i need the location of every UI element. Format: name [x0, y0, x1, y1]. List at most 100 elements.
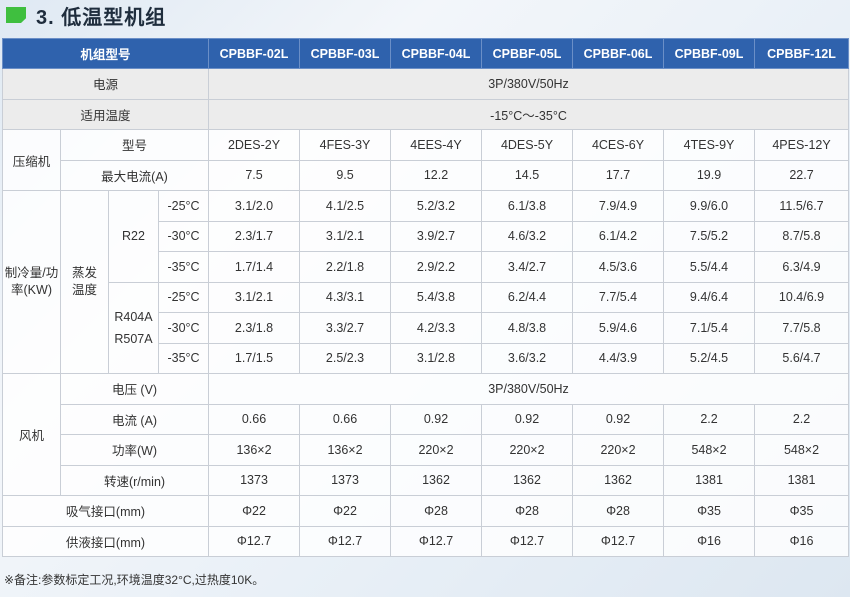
table-cell: 0.92 [481, 403, 574, 435]
table-cell: 9.9/6.0 [663, 190, 756, 222]
table-cell: 3.1/2.0 [208, 190, 301, 222]
header-corner: 机组型号 [1, 38, 210, 69]
table-cell: Φ35 [754, 495, 850, 527]
fan-speed-row: 转速(r/min) 1373 1373 1362 1362 1362 1381 … [3, 464, 850, 496]
spec-table: 机组型号 CPBBF-02L CPBBF-03L CPBBF-04L CPBBF… [1, 38, 850, 557]
fan-voltage-row: 风机 电压 (V) 3P/380V/50Hz [2, 373, 850, 496]
table-cell: 5.5/4.4 [663, 251, 756, 283]
table-cell: 5.2/3.2 [390, 190, 483, 222]
green-marker-icon [6, 7, 26, 23]
cooling-row: R404A R507A -25°C 3.1/2.1 4.3/3.1 5.4/3.… [3, 281, 850, 374]
temp-label: -35°C [157, 251, 210, 283]
refrigerant-name: R507A [114, 331, 153, 346]
table-cell: Φ12.7 [299, 525, 392, 557]
table-cell: 2.3/1.7 [208, 220, 301, 252]
table-cell: 2.9/2.2 [390, 251, 483, 283]
fan-voltage-value: 3P/380V/50Hz [208, 373, 850, 405]
table-cell: 1381 [663, 464, 756, 496]
power-supply-value: 3P/380V/50Hz [208, 68, 850, 100]
liquid-row: 供液接口(mm) Φ12.7 Φ12.7 Φ12.7 Φ12.7 Φ12.7 Φ… [1, 525, 850, 557]
table-cell: 3.1/2.8 [390, 342, 483, 374]
table-cell: 4TES-9Y [663, 129, 756, 161]
table-cell: 0.92 [572, 403, 665, 435]
table-cell: 1362 [390, 464, 483, 496]
table-cell: 3.6/3.2 [481, 342, 574, 374]
table-cell: 4.4/3.9 [572, 342, 665, 374]
row-label: 电源 [1, 68, 210, 100]
row-label: 供液接口(mm) [1, 525, 210, 557]
table-cell: 6.3/4.9 [754, 251, 850, 283]
table-cell: 17.7 [572, 159, 665, 191]
table-cell: 19.9 [663, 159, 756, 191]
table-cell: Φ28 [390, 495, 483, 527]
table-cell: 1381 [754, 464, 850, 496]
table-cell: Φ12.7 [481, 525, 574, 557]
table-cell: 4DES-5Y [481, 129, 574, 161]
table-cell: 6.1/3.8 [481, 190, 574, 222]
table-cell: Φ12.7 [572, 525, 665, 557]
table-cell: Φ22 [208, 495, 301, 527]
temp-label: -25°C [157, 281, 210, 313]
row-label: 最大电流(A) [59, 159, 210, 191]
model-header: CPBBF-12L [754, 38, 850, 69]
model-header: CPBBF-05L [481, 38, 574, 69]
applicable-temp-row: 适用温度 -15°C〜-35°C [1, 98, 850, 130]
table-cell: Φ16 [663, 525, 756, 557]
table-cell: 5.4/3.8 [390, 281, 483, 313]
table-cell: 220×2 [481, 434, 574, 466]
cooling-group-label: 制冷量/功率(KW) [2, 190, 61, 374]
table-cell: 10.4/6.9 [754, 281, 850, 313]
table-cell: 5.6/4.7 [754, 342, 850, 374]
row-label: 适用温度 [1, 98, 210, 130]
header-row: 机组型号 CPBBF-02L CPBBF-03L CPBBF-04L CPBBF… [1, 38, 850, 69]
table-cell: 4.5/3.6 [572, 251, 665, 283]
fan-current-row: 电流 (A) 0.66 0.66 0.92 0.92 0.92 2.2 2.2 [3, 403, 850, 435]
table-cell: 8.7/5.8 [754, 220, 850, 252]
table-cell: Φ12.7 [390, 525, 483, 557]
table-cell: 136×2 [299, 434, 392, 466]
table-cell: 4PES-12Y [754, 129, 850, 161]
table-cell: 1373 [299, 464, 392, 496]
compressor-current-row: 最大电流(A) 7.5 9.5 12.2 14.5 17.7 19.9 22.7 [3, 159, 850, 191]
table-cell: 0.66 [299, 403, 392, 435]
row-label: 电压 (V) [59, 373, 210, 405]
section-heading: 3. 低温型机组 [0, 0, 850, 30]
table-cell: 548×2 [754, 434, 850, 466]
table-cell: 2.5/2.3 [299, 342, 392, 374]
table-cell: 4EES-4Y [390, 129, 483, 161]
footnote: ※备注:参数标定工况,环境温度32°C,过热度10K。 [4, 573, 265, 587]
table-cell: 7.5/5.2 [663, 220, 756, 252]
model-header: CPBBF-06L [572, 38, 665, 69]
table-cell: 4FES-3Y [299, 129, 392, 161]
model-header: CPBBF-09L [663, 38, 756, 69]
model-header: CPBBF-04L [390, 38, 483, 69]
compressor-group-label: 压缩机 [2, 129, 61, 191]
compressor-model-row: 压缩机 型号 2DES-2Y 4FES-3Y 4EES-4Y 4DES-5Y 4… [2, 129, 850, 191]
fan-group-label: 风机 [2, 373, 61, 496]
table-cell: 4.2/3.3 [390, 312, 483, 344]
row-label: 功率(W) [59, 434, 210, 466]
table-cell: Φ35 [663, 495, 756, 527]
table-cell: 136×2 [208, 434, 301, 466]
table-cell: 7.7/5.4 [572, 281, 665, 313]
evap-temp-label: 蒸发温度 [60, 190, 109, 374]
row-label: 型号 [59, 129, 210, 161]
table-cell: 1373 [208, 464, 301, 496]
table-cell: 220×2 [572, 434, 665, 466]
temp-label: -25°C [157, 190, 210, 222]
table-cell: 220×2 [390, 434, 483, 466]
table-cell: 7.1/5.4 [663, 312, 756, 344]
table-cell: 11.5/6.7 [754, 190, 850, 222]
table-cell: 4.6/3.2 [481, 220, 574, 252]
power-supply-row: 电源 3P/380V/50Hz [1, 68, 850, 100]
table-cell: 4CES-6Y [572, 129, 665, 161]
table-cell: 5.2/4.5 [663, 342, 756, 374]
table-cell: 2.2 [663, 403, 756, 435]
cooling-row: 制冷量/功率(KW) 蒸发温度 R22 -25°C 3.1/2.0 4.1/2.… [2, 190, 850, 374]
row-label: 吸气接口(mm) [1, 495, 210, 527]
model-header: CPBBF-02L [208, 38, 301, 69]
row-label: 电流 (A) [59, 403, 210, 435]
table-cell: 1362 [481, 464, 574, 496]
table-cell: 3.1/2.1 [208, 281, 301, 313]
table-cell: 4.8/3.8 [481, 312, 574, 344]
